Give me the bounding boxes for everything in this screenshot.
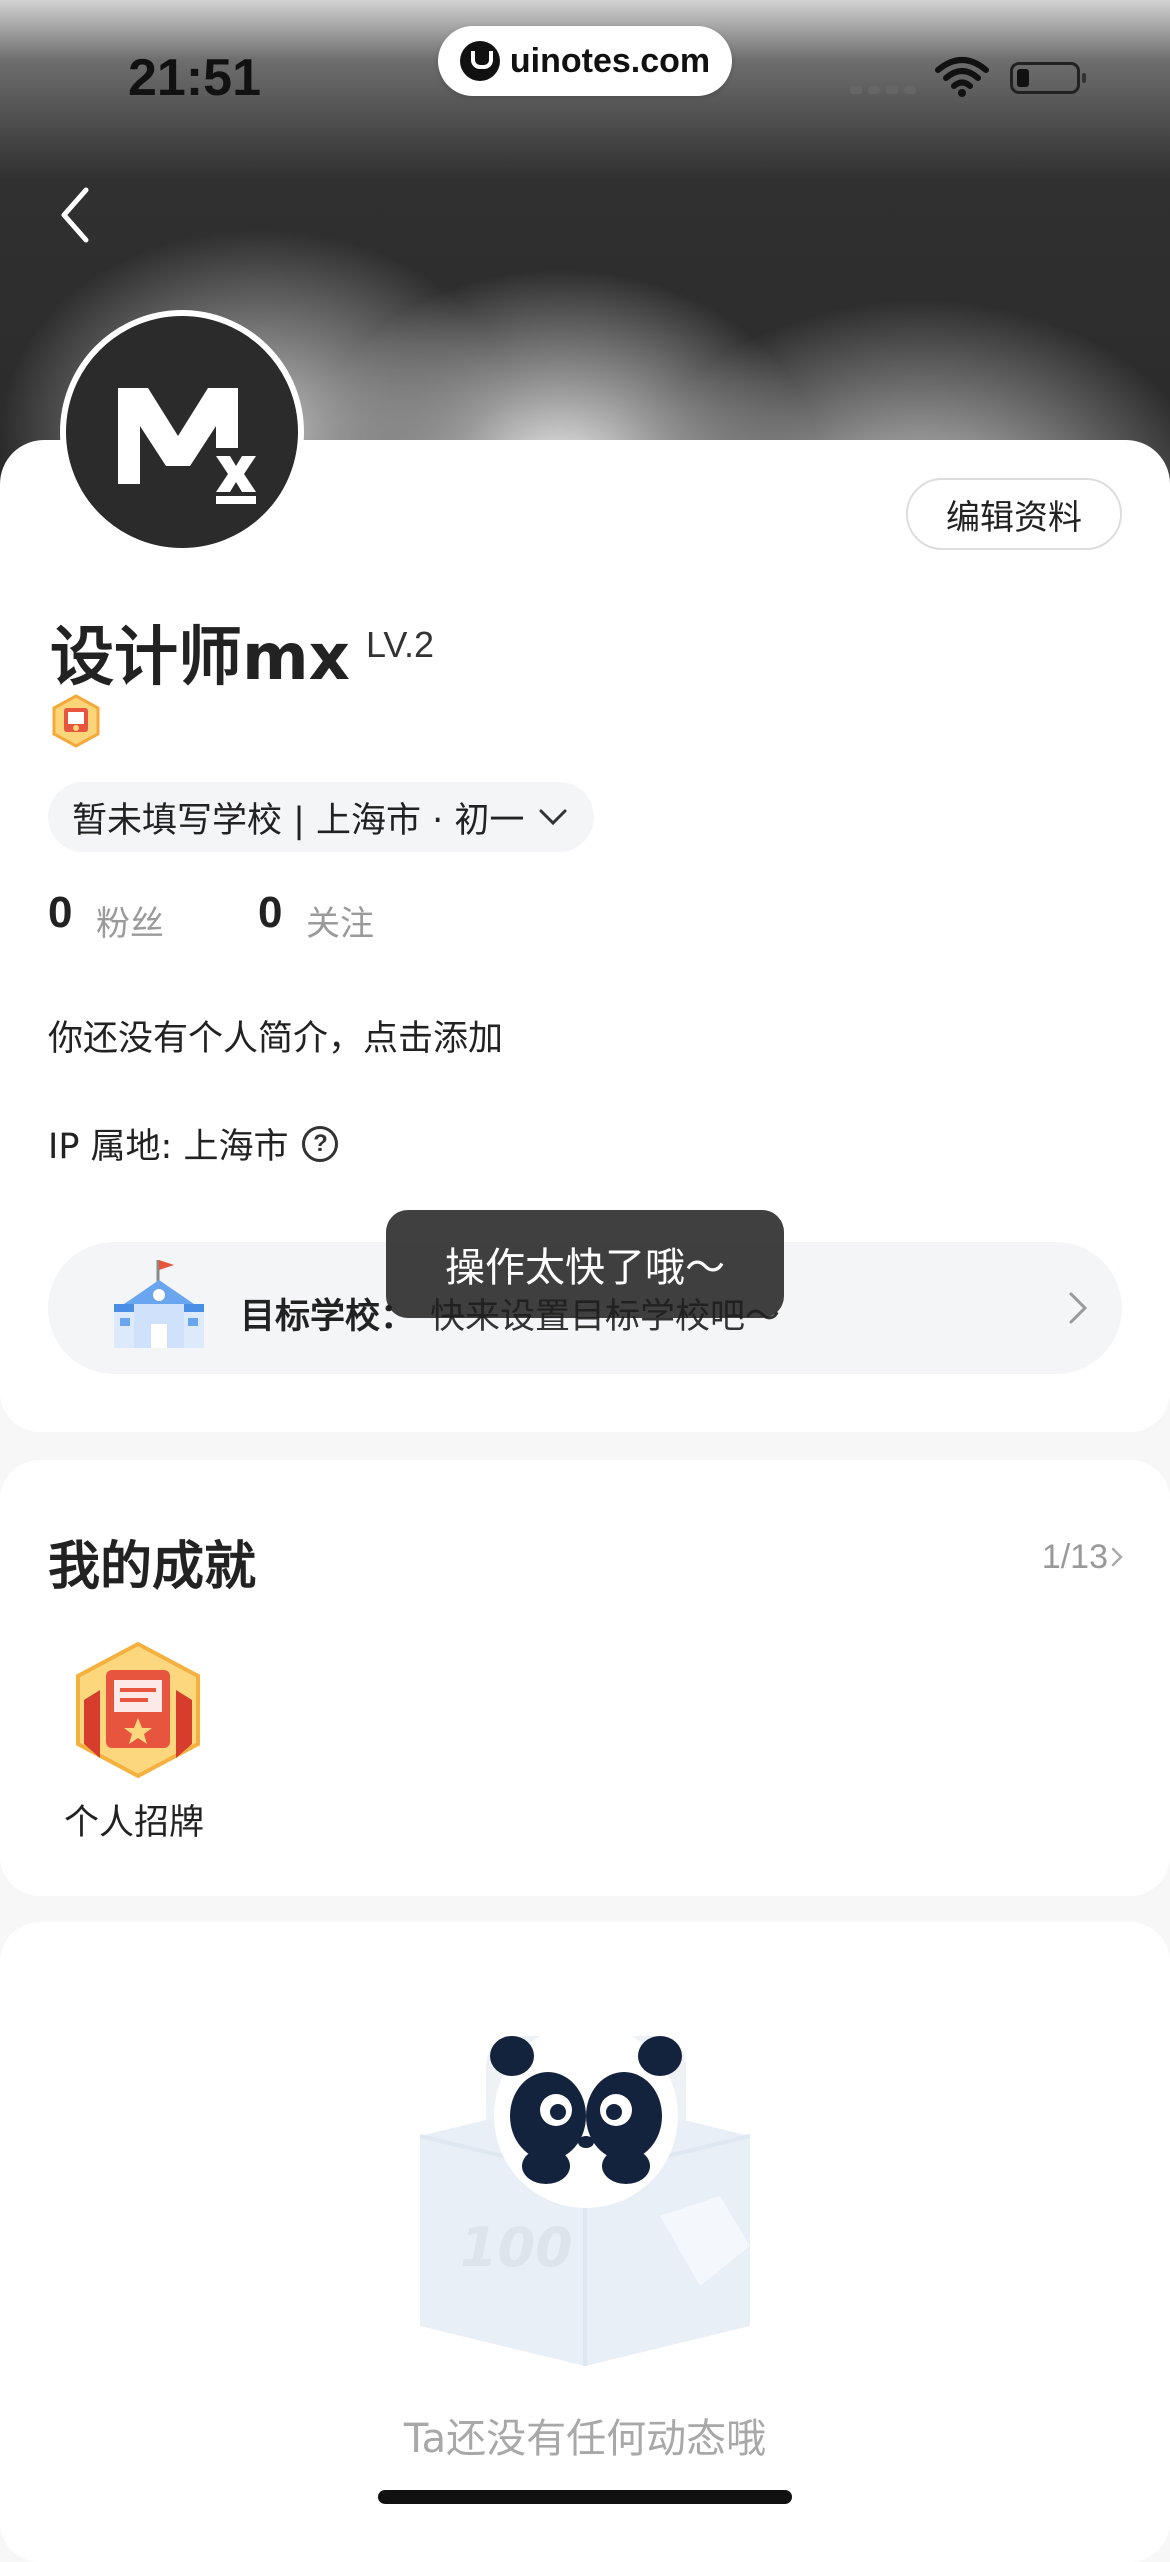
chevron-right-icon [1069, 1292, 1088, 1324]
followers-label[interactable]: 粉丝 [96, 896, 164, 945]
feed-card: 100 Ta还没有任何动态哦 [0, 1922, 1170, 2562]
url-text: uinotes.com [509, 41, 711, 80]
chevron-right-icon[interactable] [1110, 1546, 1124, 1568]
school-info-text: 暂未填写学校 | 上海市 · 初一 [72, 800, 525, 841]
svg-text:100: 100 [460, 2216, 573, 2279]
home-indicator[interactable] [378, 2490, 792, 2504]
ip-location-row: IP 属地: 上海市 ? [48, 1118, 339, 1169]
signboard-badge-icon[interactable] [70, 1640, 206, 1780]
battery-icon [1010, 62, 1086, 94]
school-info-pill[interactable]: 暂未填写学校 | 上海市 · 初一 [48, 782, 595, 852]
ip-location-text: IP 属地: 上海市 [48, 1127, 289, 1167]
edit-profile-button[interactable]: 编辑资料 [906, 478, 1122, 550]
question-help-icon[interactable]: ? [302, 1125, 339, 1162]
achievements-card: 我的成就 1/13 个人招牌 [0, 1460, 1170, 1896]
signboard-medal-icon[interactable] [50, 694, 102, 748]
empty-feed-text: Ta还没有任何动态哦 [403, 2416, 767, 2462]
avatar[interactable] [60, 310, 304, 554]
url-pill: uinotes.com [438, 26, 732, 96]
status-time: 21:51 [128, 49, 261, 107]
chevron-down-icon [539, 809, 567, 826]
followers-count[interactable]: 0 [48, 888, 72, 938]
school-building-icon [114, 1260, 204, 1348]
achievements-title: 我的成就 [48, 1537, 257, 1597]
back-chevron-icon[interactable] [50, 180, 110, 250]
bio-text[interactable]: 你还没有个人简介，点击添加 [48, 1010, 503, 1061]
username: 设计师mx [50, 621, 350, 695]
toast-message: 操作太快了哦～ [386, 1210, 784, 1318]
following-count[interactable]: 0 [258, 888, 282, 938]
mx-logo-icon [118, 388, 256, 504]
badge-label: 个人招牌 [64, 1803, 205, 1843]
uinotes-logo-icon [459, 41, 500, 81]
following-label[interactable]: 关注 [306, 896, 374, 945]
signal-icon [850, 86, 916, 94]
achievements-count[interactable]: 1/13 [1042, 1538, 1108, 1577]
empty-panda-box-icon: 100 [419, 2026, 751, 2366]
level-badge: LV.2 [366, 624, 435, 665]
wifi-icon [935, 57, 989, 97]
